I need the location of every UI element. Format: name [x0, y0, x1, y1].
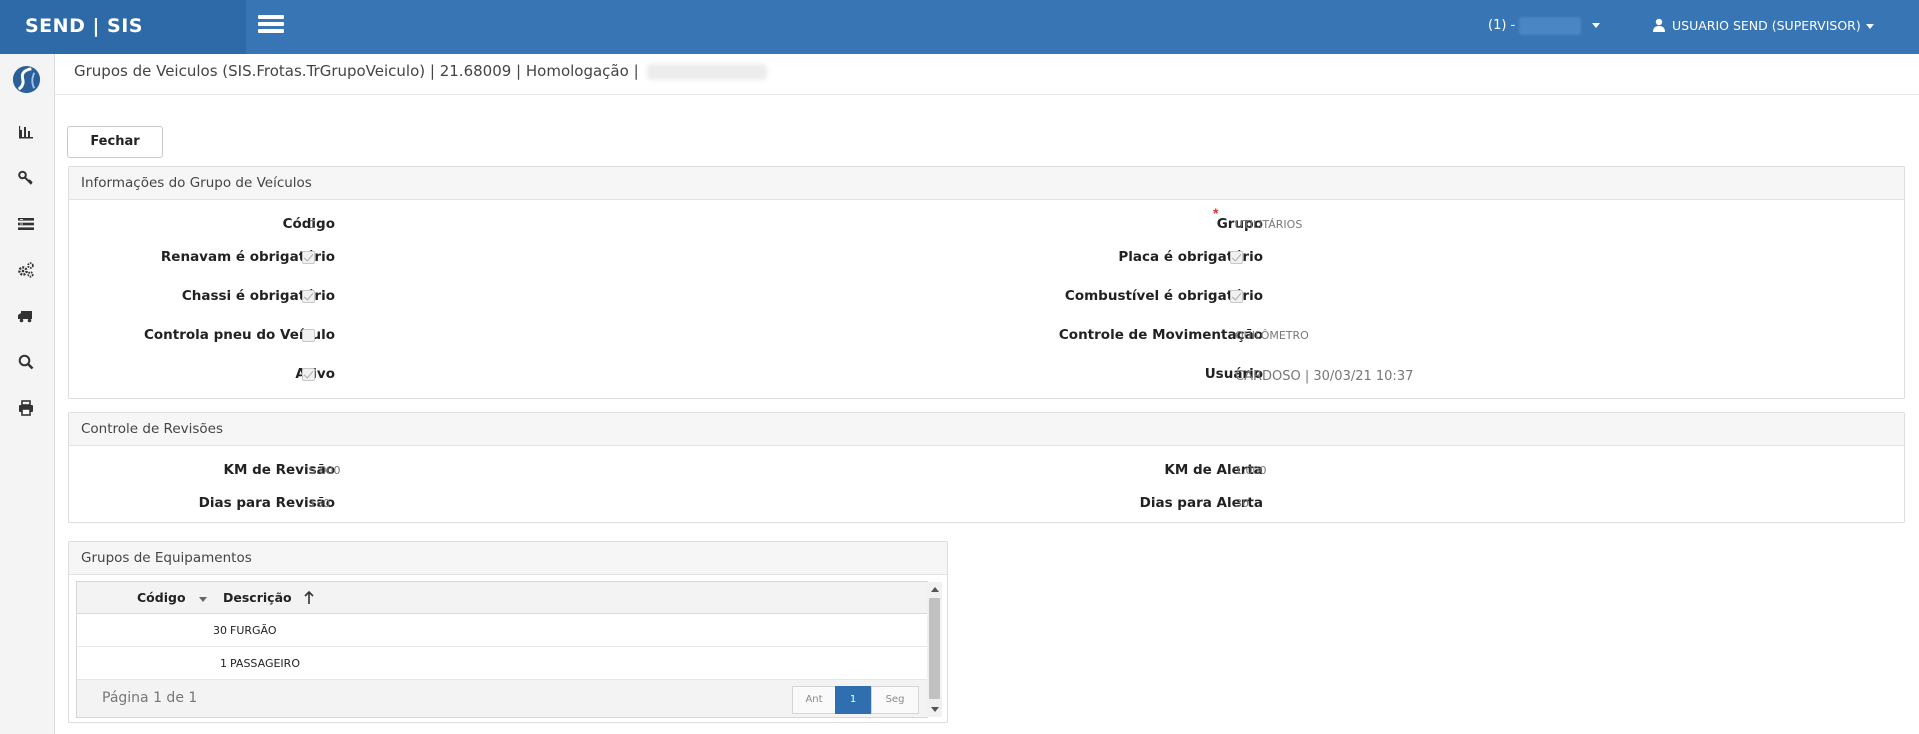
km-alerta-value: 1.000 — [1235, 464, 1267, 477]
truck-icon[interactable] — [16, 306, 36, 326]
combustivel-checkbox[interactable] — [1230, 290, 1243, 303]
dias-alerta-value: 30 — [1235, 497, 1249, 510]
app-logo-icon[interactable] — [11, 64, 42, 95]
codigo-value: 1 — [309, 218, 316, 231]
page-title: Grupos de Veiculos (SIS.Frotas.TrGrupoVe… — [74, 62, 767, 80]
revision-control-panel: Controle de Revisões KM de Revisão 5.000… — [68, 412, 1905, 523]
pager-prev-button[interactable]: Ant — [792, 686, 836, 714]
movimentacao-value: QUILÔMETRO — [1235, 329, 1309, 342]
pager-next-button[interactable]: Seg — [871, 686, 919, 714]
table-row[interactable]: 1 PASSAGEIRO — [77, 647, 927, 680]
brand-logo[interactable]: SEND | SIS — [0, 0, 246, 54]
company-name-redacted — [1519, 16, 1582, 35]
grid-header: Código Descrição — [77, 582, 927, 614]
panel-title: Informações do Grupo de Veículos — [69, 167, 1904, 200]
close-button[interactable]: Fechar — [67, 126, 163, 158]
required-marker: * — [1213, 205, 1219, 221]
sidebar — [0, 54, 55, 734]
panel-title: Grupos de Equipamentos — [69, 542, 947, 575]
chevron-down-icon — [1865, 24, 1874, 29]
search-icon[interactable] — [16, 352, 36, 372]
user-icon — [1653, 18, 1665, 32]
user-name: USUARIO SEND (SUPERVISOR) — [1672, 18, 1861, 33]
km-revisao-value: 5.000 — [309, 464, 341, 477]
panel-title: Controle de Revisões — [69, 413, 1904, 446]
movimentacao-label: Controle de Movimentação — [1058, 327, 1263, 343]
scroll-down-icon[interactable] — [931, 707, 939, 712]
scroll-thumb[interactable] — [929, 598, 940, 699]
key-icon[interactable] — [16, 168, 36, 188]
dias-revisao-value: 180 — [309, 497, 330, 510]
row-codigo: 30 — [213, 624, 227, 637]
scroll-up-icon[interactable] — [931, 587, 939, 592]
company-selector[interactable]: (1) - — [1488, 0, 1601, 54]
chevron-down-icon — [1592, 23, 1601, 28]
cogs-icon[interactable] — [16, 260, 36, 280]
group-info-panel: Informações do Grupo de Veículos Código … — [68, 166, 1905, 399]
page-title-text: Grupos de Veiculos (SIS.Frotas.TrGrupoVe… — [74, 62, 639, 80]
menu-toggle-icon[interactable] — [256, 13, 286, 37]
row-codigo: 1 — [220, 657, 227, 670]
placa-checkbox[interactable] — [1230, 251, 1243, 264]
grupo-value: UTILITÁRIOS — [1235, 218, 1303, 231]
ativo-checkbox[interactable] — [302, 368, 315, 381]
sort-menu-icon[interactable] — [198, 594, 208, 604]
chassi-checkbox[interactable] — [302, 290, 315, 303]
equipment-groups-panel: Grupos de Equipamentos Código Descrição … — [68, 541, 948, 723]
header-divider — [55, 94, 1919, 95]
usuario-value: CARDOSO | 30/03/21 10:37 — [1235, 369, 1414, 384]
pager-info: Página 1 de 1 — [102, 690, 198, 706]
grid-pager: Página 1 de 1 Ant 1 Seg — [77, 680, 927, 717]
pager-page-button[interactable]: 1 — [835, 686, 871, 714]
equipment-groups-grid: Código Descrição 30 FURGÃO 1 PASSAGEIRO … — [76, 581, 942, 718]
environment-name-redacted — [646, 63, 767, 80]
renavam-checkbox[interactable] — [302, 251, 315, 264]
sort-ascending-icon[interactable] — [303, 591, 315, 605]
row-descricao: PASSAGEIRO — [230, 657, 300, 670]
vertical-scrollbar[interactable] — [927, 582, 942, 717]
controla-pneu-checkbox[interactable] — [302, 329, 315, 342]
column-header-descricao[interactable]: Descrição — [223, 582, 292, 614]
print-icon[interactable] — [16, 398, 36, 418]
column-header-codigo[interactable]: Código — [137, 582, 186, 614]
list-icon[interactable] — [16, 214, 36, 234]
row-descricao: FURGÃO — [230, 624, 277, 637]
top-navbar: SEND | SIS (1) - USUARIO SEND (SUPERVISO… — [0, 0, 1919, 54]
table-row[interactable]: 30 FURGÃO — [77, 614, 927, 647]
user-menu[interactable]: USUARIO SEND (SUPERVISOR) — [1652, 0, 1874, 54]
bar-chart-icon[interactable] — [16, 122, 36, 142]
company-label: (1) - — [1488, 18, 1516, 33]
